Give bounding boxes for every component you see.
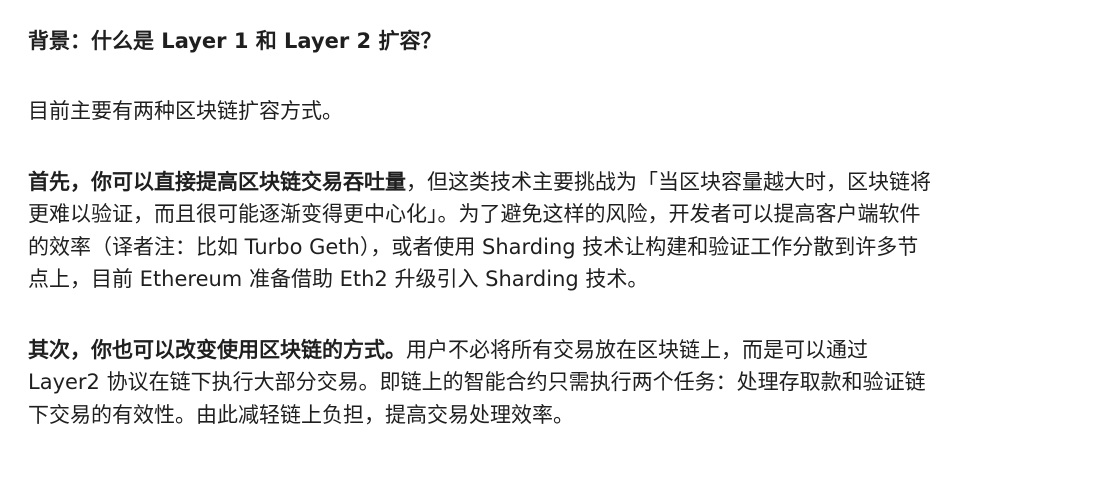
second-method-line-1: 其次，你也可以改变使用区块链的方式。用户不必将所有交易放在区块链上，而是可以通过 xyxy=(28,334,1090,367)
first-method-lead: 首先，你可以直接提高区块链交易吞吐量 xyxy=(28,169,406,194)
second-method-text-1: 用户不必将所有交易放在区块链上，而是可以通过 xyxy=(406,337,868,362)
section-heading: 背景：什么是 Layer 1 和 Layer 2 扩容？ xyxy=(28,29,442,53)
second-method-lead: 其次，你也可以改变使用区块链的方式。 xyxy=(28,337,406,362)
second-method-line-3: 下交易的有效性。由此减轻链上负担，提高交易处理效率。 xyxy=(28,402,574,427)
second-method-line-2: Layer2 协议在链下执行大部分交易。即链上的智能合约只需执行两个任务：处理存… xyxy=(28,370,926,394)
first-method-line-2: 更难以验证，而且很可能逐渐变得更中心化」。为了避免这样的风险，开发者可以提高客户… xyxy=(28,202,921,226)
first-method-text-1: ，但这类技术主要挑战为「当区块容量越大时，区块链将 xyxy=(406,169,931,194)
first-method-line-3: 的效率（译者注：比如 Turbo Geth），或者使用 Sharding 技术让… xyxy=(28,234,919,259)
article: 背景：什么是 Layer 1 和 Layer 2 扩容？ 目前主要有两种区块链扩… xyxy=(0,0,1120,485)
first-method-line-4: 点上，目前 Ethereum 准备借助 Eth2 升级引入 Sharding 技… xyxy=(28,267,649,291)
first-method-paragraph: 首先，你可以直接提高区块链交易吞吐量，但这类技术主要挑战为「当区块容量越大时，区… xyxy=(28,166,1090,296)
intro-paragraph: 目前主要有两种区块链扩容方式。 xyxy=(28,99,343,123)
second-method-paragraph: 其次，你也可以改变使用区块链的方式。用户不必将所有交易放在区块链上，而是可以通过… xyxy=(28,334,1090,432)
first-method-line-1: 首先，你可以直接提高区块链交易吞吐量，但这类技术主要挑战为「当区块容量越大时，区… xyxy=(28,166,1090,199)
